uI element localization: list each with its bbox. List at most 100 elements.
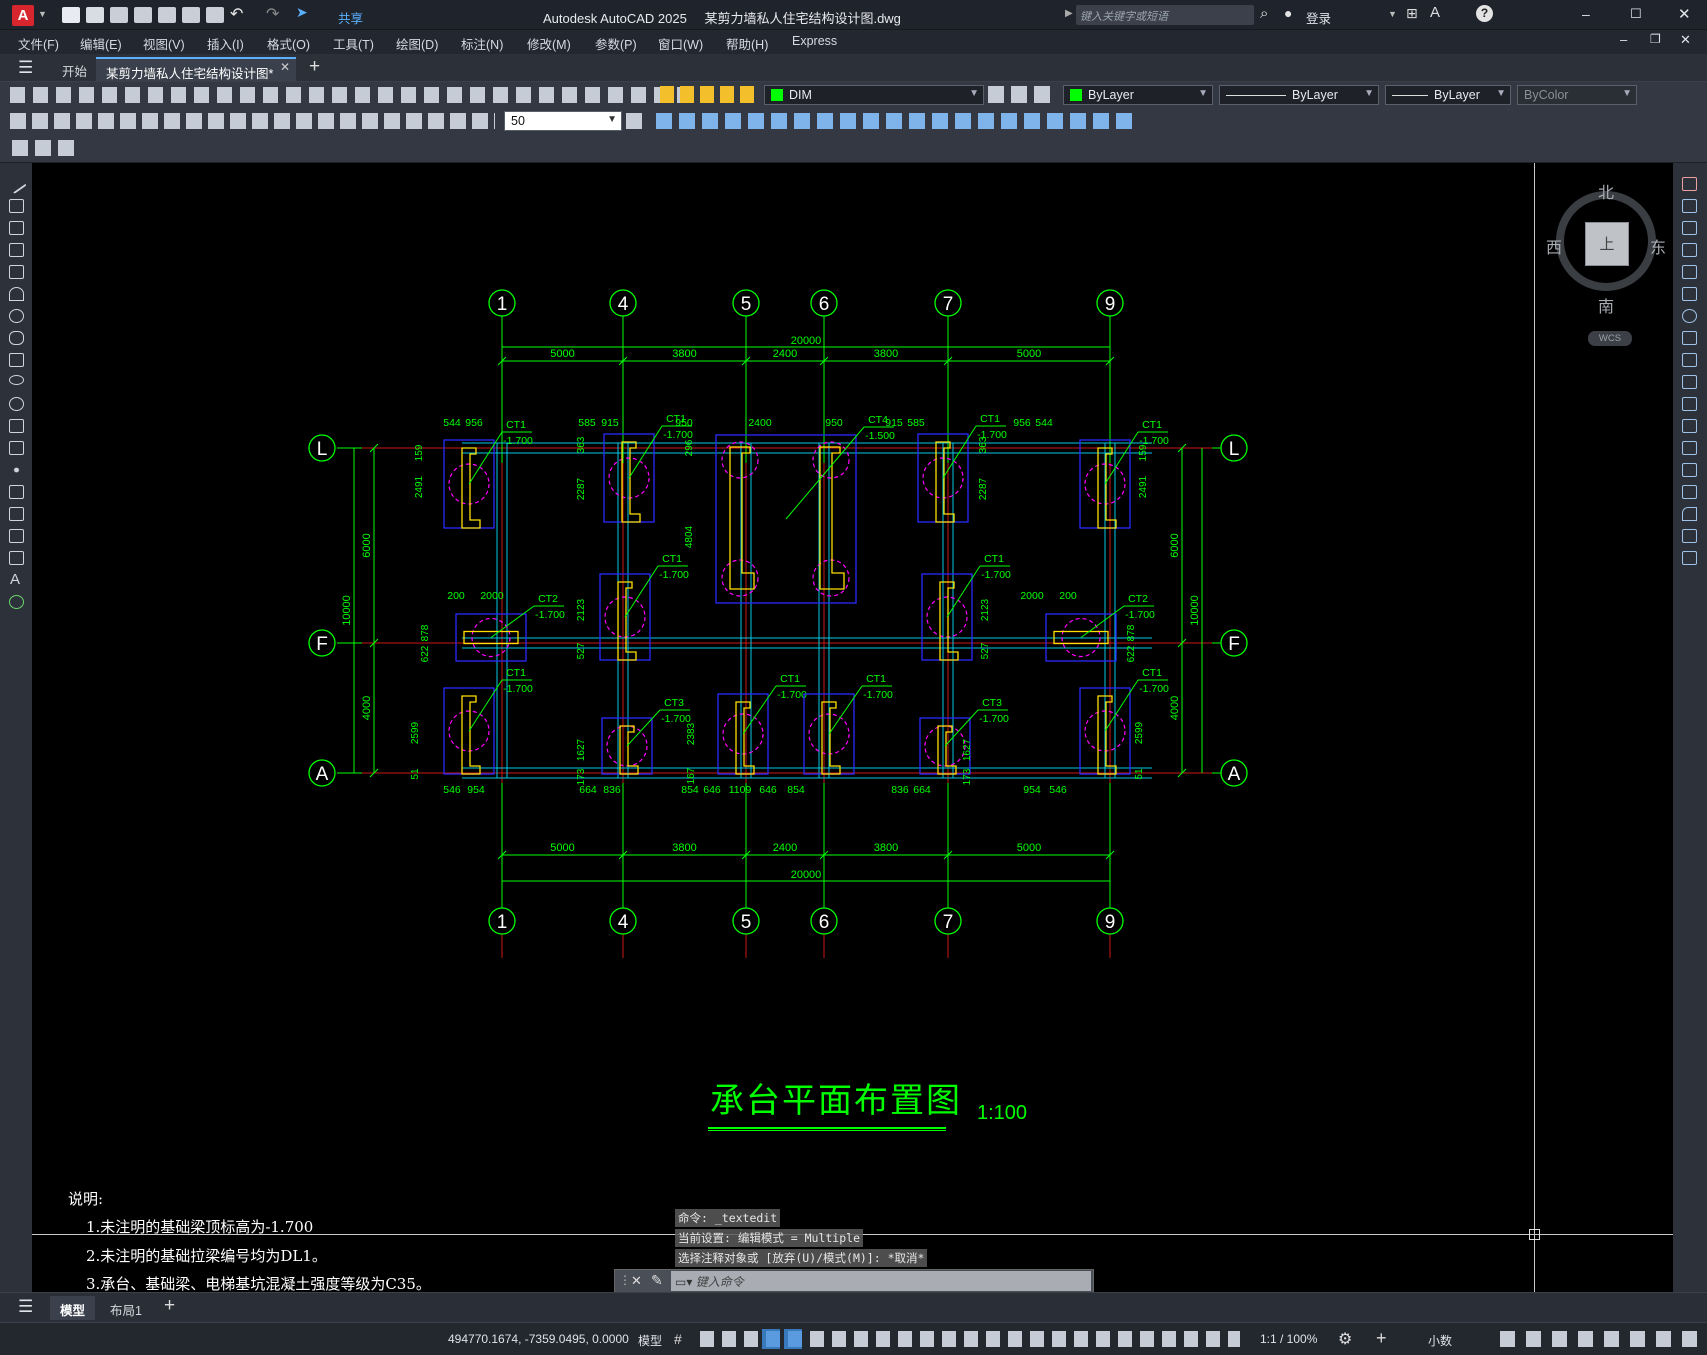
tab-current-drawing[interactable]: 某剪力墙私人住宅结构设计图*: [96, 57, 296, 81]
join-tool-icon[interactable]: [1682, 463, 1697, 477]
arc-tool-icon[interactable]: [9, 287, 24, 301]
layer-dropdown[interactable]: DIM ▼: [764, 85, 984, 105]
annotation-scale[interactable]: 1:1 / 100%: [1260, 1332, 1317, 1346]
search-icon[interactable]: ⌕: [1260, 5, 1268, 22]
menu-dimension[interactable]: 标注(N): [461, 34, 503, 53]
search-input[interactable]: 键入关键字或短语: [1076, 5, 1254, 25]
doc-restore-icon[interactable]: ❐: [1650, 32, 1661, 46]
modify-tool-icons[interactable]: [656, 113, 1136, 129]
close-icon[interactable]: ✕: [1678, 5, 1691, 23]
menu-express[interactable]: Express: [792, 34, 837, 48]
rectangle-tool-icon[interactable]: [9, 265, 24, 279]
fillet-tool-icon[interactable]: [1682, 507, 1697, 521]
plot-icon[interactable]: [206, 7, 224, 23]
open-file-icon[interactable]: [86, 7, 104, 23]
compass-west[interactable]: 西: [1546, 234, 1562, 258]
revcloud-tool-icon[interactable]: [9, 331, 24, 345]
drawing-canvas[interactable]: 1 1 4 4 5 5 6 6 7 7 9 9 L L F F A A 5000 3800 2400 3800 5000 20…: [32, 163, 1673, 1293]
rotate-tool-icon[interactable]: [1682, 309, 1697, 323]
ellipse-tool-icon[interactable]: [9, 375, 24, 385]
ortho-active-icon[interactable]: [762, 1329, 780, 1349]
viewcube[interactable]: 上 北 南 东 西 WCS: [1532, 173, 1672, 346]
offset-tool-icon[interactable]: [1682, 243, 1697, 257]
logo-dropdown-icon[interactable]: ▼: [38, 9, 47, 19]
ellipse-arc-tool-icon[interactable]: [9, 397, 24, 411]
new-file-icon[interactable]: [62, 7, 80, 23]
stretch-tool-icon[interactable]: [1682, 353, 1697, 367]
point-tool-icon[interactable]: [9, 463, 24, 477]
gradient-tool-icon[interactable]: [9, 507, 24, 521]
menu-format[interactable]: 格式(O): [267, 34, 310, 53]
mirror-tool-icon[interactable]: [1682, 221, 1697, 235]
table-tool-icon[interactable]: [9, 551, 24, 565]
share-label[interactable]: 共享: [338, 8, 363, 27]
mtext-tool-icon[interactable]: A: [10, 571, 20, 588]
lineweight-dropdown[interactable]: ByLayer ▼: [1385, 85, 1511, 105]
search-arrow-icon[interactable]: ▶: [1065, 8, 1073, 19]
color-dropdown[interactable]: ByLayer ▼: [1063, 85, 1213, 105]
explode-tool-icon[interactable]: [1682, 551, 1697, 565]
move-tool-icon[interactable]: [1682, 287, 1697, 301]
tab-close-icon[interactable]: ✕: [280, 60, 290, 74]
units-dropdown[interactable]: 小数: [1428, 1332, 1452, 1349]
region-tool-icon[interactable]: [9, 529, 24, 543]
workspace-gear-icon[interactable]: ⚙: [1338, 1329, 1352, 1349]
tab-start[interactable]: 开始: [52, 57, 97, 81]
annotation-plus-icon[interactable]: +: [1376, 1328, 1387, 1349]
doc-minimize-icon[interactable]: –: [1620, 32, 1627, 47]
undo-icon[interactable]: ↶: [230, 4, 243, 24]
command-input[interactable]: ▭▾ 键入命令: [671, 1271, 1091, 1291]
copy-tool-icon[interactable]: [1682, 199, 1697, 213]
dimension-tool-icons[interactable]: [10, 113, 495, 129]
user-icon[interactable]: ●: [1284, 5, 1292, 21]
share-icon[interactable]: ➤: [296, 4, 308, 21]
scale-tool-icon[interactable]: [1682, 331, 1697, 345]
trim-tool-icon[interactable]: [1682, 375, 1697, 389]
extra-tool-icons[interactable]: [12, 140, 78, 156]
maximize-icon[interactable]: ☐: [1630, 6, 1642, 22]
wcs-menu[interactable]: WCS: [1588, 331, 1632, 346]
coordinates-readout[interactable]: 494770.1674, -7359.0495, 0.0000: [448, 1332, 629, 1346]
open-web-icon[interactable]: [158, 7, 176, 23]
polygon-tool-icon[interactable]: [9, 243, 24, 257]
redo-icon[interactable]: ↷: [266, 4, 279, 24]
menu-file[interactable]: 文件(F): [18, 34, 59, 53]
blend-tool-icon[interactable]: [1682, 529, 1697, 543]
menu-insert[interactable]: 插入(I): [207, 34, 244, 53]
menu-parametric[interactable]: 参数(P): [595, 34, 637, 53]
help-icon[interactable]: ?: [1476, 5, 1493, 22]
cad-drawing[interactable]: 1 1 4 4 5 5 6 6 7 7 9 9 L L F F A A 5000 3800 2400 3800 5000 20…: [32, 163, 1673, 1292]
tab-layout1[interactable]: 布局1: [100, 1296, 152, 1320]
compass-north[interactable]: 北: [1598, 179, 1614, 203]
model-space-button[interactable]: 模型: [638, 1332, 662, 1349]
minimize-icon[interactable]: –: [1582, 6, 1590, 22]
save-as-icon[interactable]: [134, 7, 152, 23]
plotstyle-dropdown[interactable]: ByColor ▼: [1517, 85, 1637, 105]
layout-menu-icon[interactable]: ☰: [18, 1297, 33, 1317]
menu-tools[interactable]: 工具(T): [333, 34, 374, 53]
menu-view[interactable]: 视图(V): [143, 34, 185, 53]
chamfer-tool-icon[interactable]: [1682, 485, 1697, 499]
dimscale-dropdown[interactable]: 50 ▼: [504, 111, 622, 131]
save-web-icon[interactable]: [182, 7, 200, 23]
right-status-icons[interactable]: [1500, 1331, 1700, 1347]
menu-help[interactable]: 帮助(H): [726, 34, 768, 53]
command-customize-icon[interactable]: ✎: [651, 1272, 663, 1289]
compass-south[interactable]: 南: [1598, 293, 1614, 317]
extend-tool-icon[interactable]: [1682, 397, 1697, 411]
command-close-icon[interactable]: ✕: [631, 1273, 642, 1289]
command-grip-icon[interactable]: ⋮: [619, 1273, 631, 1287]
autodesk-app-icon[interactable]: A: [1430, 4, 1440, 21]
layer-tools-icons[interactable]: [988, 86, 1054, 103]
erase-tool-icon[interactable]: [1682, 177, 1697, 191]
menu-modify[interactable]: 修改(M): [527, 34, 571, 53]
login-button[interactable]: 登录: [1306, 8, 1331, 27]
circle-tool-icon[interactable]: [9, 309, 24, 323]
drafting-aids-icons[interactable]: [700, 1331, 1240, 1347]
break-point-tool-icon[interactable]: [1682, 419, 1697, 433]
login-dropdown-icon[interactable]: ▼: [1388, 9, 1397, 19]
save-icon[interactable]: [110, 7, 128, 23]
grid-icon[interactable]: #: [674, 1331, 682, 1347]
menu-draw[interactable]: 绘图(D): [396, 34, 438, 53]
polar-active-icon[interactable]: [784, 1329, 802, 1349]
